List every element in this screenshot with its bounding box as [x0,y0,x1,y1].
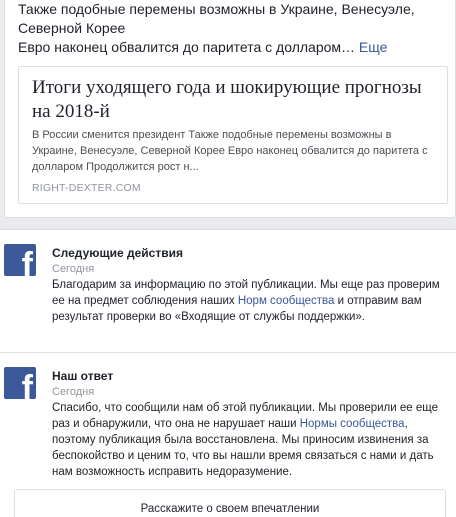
message-body: Благодарим за информацию по этой публика… [52,277,448,325]
community-standards-link[interactable]: Норм сообщества [238,295,335,307]
message-body: Спасибо, что сообщили нам об этой публик… [52,400,448,480]
link-preview-title: Итоги уходящего года и шокирующие прогно… [32,77,422,122]
support-message-next-steps: f Следующие действия Сегодня Благодарим … [0,229,456,352]
link-preview-description: В России сменится президент Также подобн… [32,129,428,173]
post-text-line: Евро наконец обвалится до паритета с дол… [18,38,448,57]
facebook-logo-icon: f [4,244,36,276]
facebook-logo-glyph: f [21,369,33,399]
shared-post: Также подобные перемены возможны в Украи… [4,0,456,218]
post-text-truncated: Евро наконец обвалится до паритета с дол… [18,39,356,55]
see-more-link[interactable]: Еще [359,39,388,55]
facebook-logo-glyph: f [21,246,33,276]
post-text-line: Также подобные перемены возможны в Украи… [18,1,415,17]
share-feedback-button[interactable]: Расскажите о своем впечатлении [14,489,446,517]
community-standards-link[interactable]: Нормы сообщества [300,418,405,430]
message-date: Сегодня [52,386,95,398]
link-preview-domain: RIGHT-DEXTER.COM [32,182,141,194]
facebook-logo-icon: f [4,367,36,399]
message-title: Наш ответ [52,369,114,383]
support-message-our-response: f Наш ответ Сегодня Спасибо, что сообщил… [0,352,456,517]
link-preview-card[interactable]: Итоги уходящего года и шокирующие прогно… [18,66,448,204]
post-text: Также подобные перемены возможны в Украи… [18,0,448,57]
message-title: Следующие действия [52,246,183,260]
post-text-line: Северной Корее [18,20,126,36]
message-date: Сегодня [52,263,95,275]
